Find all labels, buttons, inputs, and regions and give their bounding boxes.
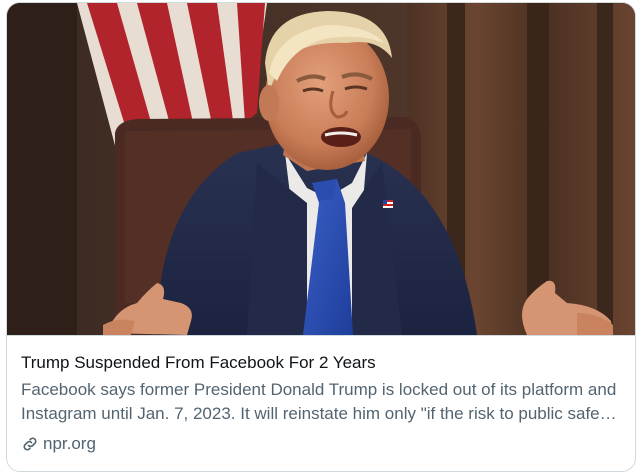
card-image[interactable]: [7, 3, 635, 336]
link-preview-card[interactable]: Trump Suspended From Facebook For 2 Year…: [6, 2, 636, 472]
card-description: Facebook says former President Donald Tr…: [21, 380, 617, 423]
card-domain-row[interactable]: npr.org: [21, 431, 621, 457]
card-title[interactable]: Trump Suspended From Facebook For 2 Year…: [21, 352, 621, 374]
card-text: Trump Suspended From Facebook For 2 Year…: [7, 336, 635, 471]
news-photo: [7, 3, 635, 335]
link-icon: [21, 435, 39, 453]
card-domain: npr.org: [43, 434, 96, 453]
